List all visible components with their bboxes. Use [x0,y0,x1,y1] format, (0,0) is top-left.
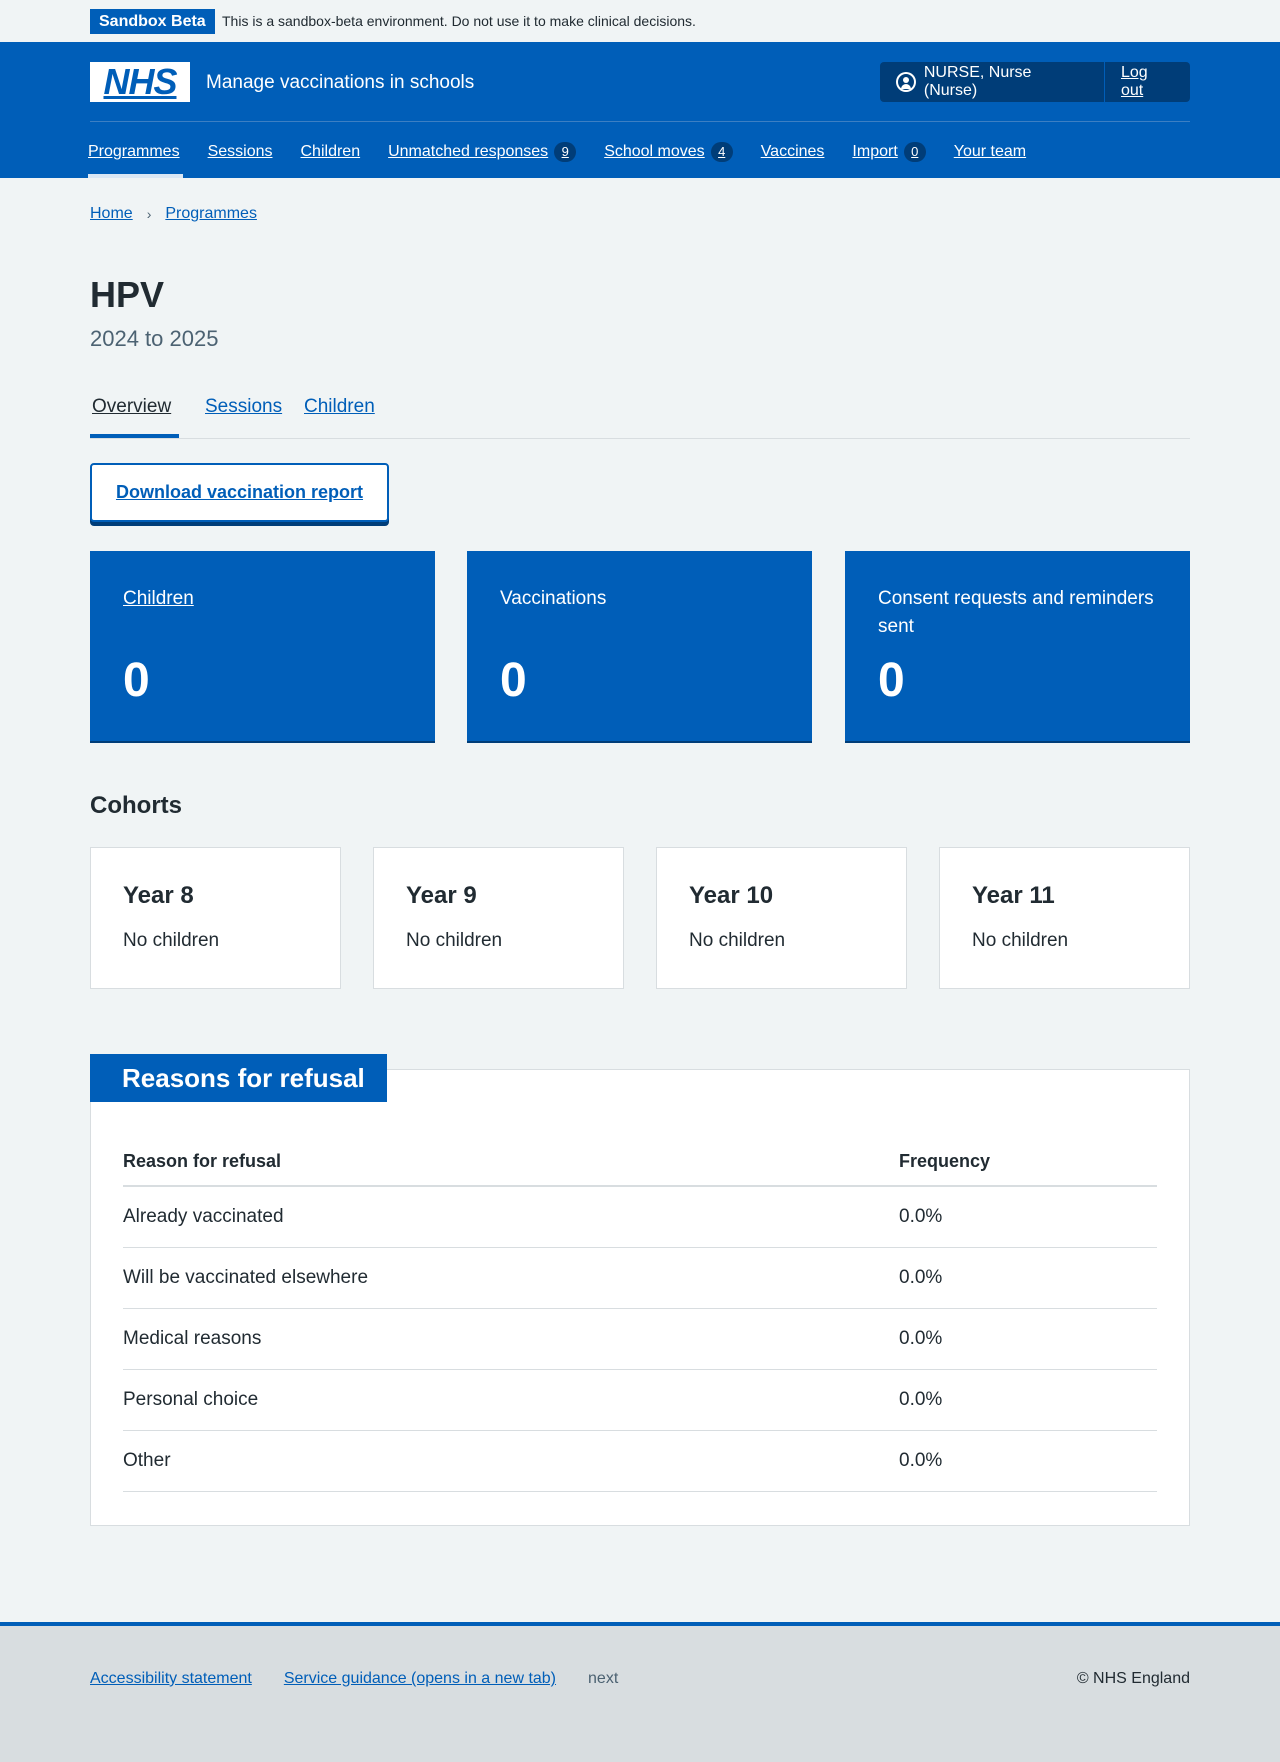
nav-sessions[interactable]: Sessions [208,142,273,162]
site-header: NHS Manage vaccinations in schools NURSE… [0,42,1280,178]
reason-cell: Other [123,1450,171,1471]
stat-value: 0 [123,654,150,707]
cohort-year: Year 10 [689,882,774,909]
nav-your-team[interactable]: Your team [954,142,1026,162]
breadcrumb-home[interactable]: Home [90,205,133,223]
chevron-right-icon: › [146,206,152,222]
user-info: NURSE, Nurse (Nurse) [880,62,1105,102]
stat-label: Consent requests and reminders sent [878,588,1154,637]
beta-banner: Sandbox Beta This is a sandbox-beta envi… [0,0,1280,42]
cohort-status: No children [406,930,503,951]
cohort-status: No children [123,930,220,951]
refusal-heading: Reasons for refusal [90,1054,387,1102]
column-header-frequency: Frequency [899,1150,991,1171]
nav-count-badge: 4 [710,142,733,162]
nav-label: Sessions [207,143,273,160]
nav-label: Vaccines [760,143,825,160]
service-name: Manage vaccinations in schools [206,72,475,93]
nav-label: Programmes [88,143,180,160]
table-row: Will be vaccinated elsewhere 0.0% [123,1248,1157,1309]
nhs-logo[interactable]: NHS [90,62,190,102]
tab-overview[interactable]: Overview [92,396,171,418]
table-row: Personal choice 0.0% [123,1370,1157,1431]
cohort-year: Year 11 [972,882,1055,909]
cohort-card: Year 8 No children [90,847,341,989]
tab-bar: Overview Sessions Children [90,396,1190,439]
primary-nav: Programmes Sessions Children Unmatched r… [88,142,1054,162]
nav-school-moves[interactable]: School moves 4 [604,142,733,162]
user-icon [896,72,916,92]
nav-children[interactable]: Children [301,142,361,162]
nav-divider [90,121,1190,122]
nav-count-badge: 9 [554,142,577,162]
service-guidance-link[interactable]: Service guidance (opens in a new tab) [284,1670,556,1688]
cohort-year: Year 9 [406,882,477,909]
stat-card-children-link[interactable]: Children [123,585,413,613]
sandbox-beta-tag: Sandbox Beta [90,9,215,34]
table-row: Already vaccinated 0.0% [123,1187,1157,1248]
stat-card-consent-requests: Consent requests and reminders sent 0 [845,551,1190,743]
stat-value: 0 [500,654,527,707]
reason-cell: Will be vaccinated elsewhere [123,1267,369,1288]
beta-message: This is a sandbox-beta environment. Do n… [222,13,696,29]
breadcrumb: Home › Programmes [90,205,257,223]
reason-cell: Personal choice [123,1389,259,1410]
nav-label: Import [852,143,898,160]
table-header: Reason for refusal Frequency [123,1137,1157,1187]
cohort-card: Year 9 No children [373,847,624,989]
stat-card-vaccinations: Vaccinations 0 [467,551,812,743]
reason-cell: Medical reasons [123,1328,262,1349]
stat-value: 0 [878,654,905,707]
cohort-status: No children [972,930,1069,951]
column-header-reason: Reason for refusal [123,1150,282,1171]
tab-sessions[interactable]: Sessions [205,396,282,418]
nav-vaccines[interactable]: Vaccines [761,142,825,162]
nav-label: Children [300,143,361,160]
nav-label: Unmatched responses [388,143,549,160]
nhs-logo-text: NHS [103,61,177,102]
account-bar: NURSE, Nurse (Nurse) Log out [880,62,1190,102]
tab-children[interactable]: Children [304,396,375,418]
user-name: NURSE, Nurse (Nurse) [923,64,1032,99]
nav-programmes[interactable]: Programmes [88,142,180,162]
cohort-card: Year 10 No children [656,847,907,989]
frequency-cell: 0.0% [899,1206,943,1227]
nav-import[interactable]: Import 0 [852,142,926,162]
reason-cell: Already vaccinated [123,1206,284,1227]
tab-active-indicator [90,434,179,438]
frequency-cell: 0.0% [899,1267,943,1288]
stat-label: Vaccinations [500,588,607,609]
copyright: © NHS England [1076,1670,1190,1687]
cohort-year: Year 8 [123,882,194,909]
table-row: Other 0.0% [123,1431,1157,1492]
site-footer: Accessibility statement Service guidance… [0,1622,1280,1762]
logout-link[interactable]: Log out [1105,64,1190,100]
frequency-cell: 0.0% [899,1450,943,1471]
page-subtitle: 2024 to 2025 [90,326,219,351]
page-title: HPV [90,274,165,315]
nav-count-badge: 0 [903,142,926,162]
breadcrumb-programmes[interactable]: Programmes [165,205,257,223]
nav-label: School moves [604,143,705,160]
cohort-card: Year 11 No children [939,847,1190,989]
stat-card-children: Children 0 [90,551,435,743]
cohorts-heading: Cohorts [90,792,182,819]
table-row: Medical reasons 0.0% [123,1309,1157,1370]
nav-label: Your team [953,143,1027,160]
cohort-status: No children [689,930,786,951]
accessibility-statement-link[interactable]: Accessibility statement [90,1670,252,1688]
frequency-cell: 0.0% [899,1389,943,1410]
download-report-button[interactable]: Download vaccination report [90,463,389,522]
nav-active-indicator [88,174,183,178]
nav-unmatched-responses[interactable]: Unmatched responses 9 [388,142,577,162]
footer-links: Accessibility statement Service guidance… [90,1670,618,1688]
environment-label: next [588,1670,619,1687]
refusal-table: Reason for refusal Frequency Already vac… [123,1137,1157,1492]
frequency-cell: 0.0% [899,1328,943,1349]
